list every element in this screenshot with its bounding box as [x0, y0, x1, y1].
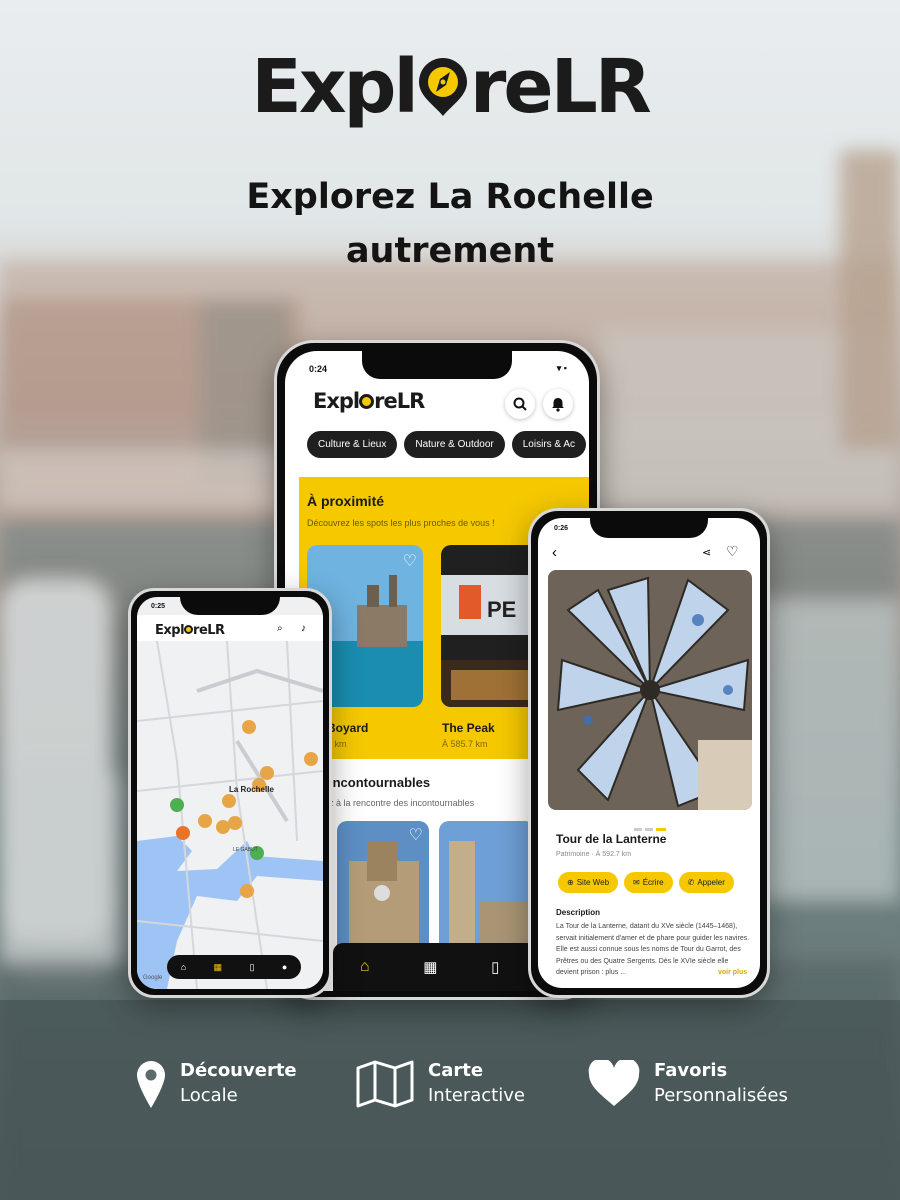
tagline: Explorez La Rochelle autrement — [0, 170, 900, 278]
compass-pin-icon — [417, 50, 469, 116]
description-title: Description — [556, 908, 601, 917]
website-button[interactable]: ⊕ Site Web — [558, 872, 619, 893]
map-district-label: LE GABUT — [233, 847, 258, 853]
card-name: The Peak — [442, 721, 495, 735]
feature-title: Carte — [428, 1060, 484, 1081]
notifications-button[interactable] — [543, 389, 573, 419]
bookmark-icon[interactable]: ▯ — [249, 962, 254, 973]
status-time: 0:24 — [309, 364, 328, 374]
share-icon[interactable]: ⋖ — [702, 546, 711, 559]
must-see-title: incontournables — [329, 775, 431, 790]
right-phone: 0:26 ‹ ⋖ ♡ Tour de la Lanterne Patrimoin… — [528, 508, 770, 998]
chip-loisirs[interactable]: Loisirs & Ac — [511, 431, 586, 458]
location-pin-icon — [137, 1061, 165, 1108]
phone-icon: ✆ — [687, 878, 695, 887]
read-more-link[interactable]: voir plus — [714, 969, 748, 976]
heart-icon — [588, 1060, 640, 1106]
the-peak-photo — [441, 545, 541, 707]
chip-culture[interactable]: Culture & Lieux — [307, 431, 398, 458]
feature-favorites: Favoris Personnalisées — [588, 1060, 788, 1108]
heart-outline-icon[interactable]: ♡ — [409, 825, 423, 845]
heart-outline-icon[interactable]: ♡ — [403, 551, 417, 571]
right-phone-screen: 0:26 ‹ ⋖ ♡ Tour de la Lanterne Patrimoin… — [538, 518, 760, 988]
map-city-label: La Rochelle — [229, 785, 274, 794]
brand-logo: Expl reLR — [0, 44, 900, 130]
write-button[interactable]: ✉ Écrire — [624, 872, 673, 893]
bell-icon[interactable]: ♪ — [301, 623, 306, 634]
feature-subtitle: Interactive — [428, 1085, 525, 1106]
tagline-line-2: autrement — [345, 231, 555, 271]
feature-map: Carte Interactive — [356, 1060, 525, 1108]
app-logo: Expl reLR — [155, 623, 225, 638]
chip-nature[interactable]: Nature & Outdoor — [404, 431, 505, 458]
map-icon[interactable]: ▦ — [423, 958, 437, 976]
tagline-line-1: Explorez La Rochelle — [246, 177, 654, 217]
shop-sign-text: PE — [487, 597, 517, 622]
logo-text-start: Expl — [251, 44, 419, 130]
bell-icon — [552, 397, 564, 412]
left-phone-screen: 0:25 Expl reLR ⌕ ♪ La Rochelle LE GABUT G… — [137, 597, 323, 989]
user-icon[interactable]: ● — [282, 962, 287, 972]
compass-icon — [184, 625, 194, 634]
category-chips: Culture & Lieux Nature & Outdoor Loisirs &… — [307, 431, 589, 458]
home-icon[interactable]: ⌂ — [360, 958, 370, 976]
compass-icon — [359, 394, 375, 409]
feature-title: Favoris — [654, 1060, 728, 1081]
logo-text-end: reLR — [469, 44, 652, 130]
bookmark-icon[interactable]: ▯ — [491, 958, 499, 976]
place-meta: Patrimoine · À 592.7 km — [556, 851, 632, 858]
map-icon — [356, 1060, 414, 1108]
left-phone: 0:25 Expl reLR ⌕ ♪ La Rochelle LE GABUT G… — [128, 588, 332, 998]
feature-subtitle: Locale — [180, 1085, 238, 1106]
card-name: Boyard — [327, 721, 369, 735]
feature-title: Découverte — [180, 1060, 297, 1081]
interactive-map[interactable] — [137, 641, 323, 989]
search-icon — [513, 397, 527, 411]
heart-outline-icon[interactable]: ♡ — [726, 543, 739, 560]
call-button[interactable]: ✆ Appeler — [678, 872, 734, 893]
place-card-the-peak[interactable]: PE — [441, 545, 541, 707]
nearby-subtitle: Découvrez les spots les plus proches de … — [307, 518, 495, 528]
bottom-nav: ⌂ ▦ ▯ ● — [167, 955, 301, 979]
must-see-subtitle: z à la rencontre des incontournables — [329, 798, 475, 808]
nearby-title: À proximité — [307, 493, 385, 509]
search-button[interactable] — [505, 389, 535, 419]
app-logo: Expl reLR — [313, 389, 425, 413]
place-title: Tour de la Lanterne — [556, 832, 667, 846]
home-icon[interactable]: ⌂ — [181, 962, 186, 972]
status-time: 0:26 — [554, 525, 569, 532]
mail-icon: ✉ — [633, 878, 640, 887]
map-attribution: Google — [143, 975, 163, 981]
search-icon[interactable]: ⌕ — [277, 623, 283, 634]
globe-icon: ⊕ — [567, 878, 574, 887]
action-buttons: ⊕ Site Web ✉ Écrire ✆ Appeler — [558, 872, 740, 893]
card-distance: À 585.7 km — [442, 739, 488, 749]
back-icon[interactable]: ‹ — [552, 544, 557, 561]
lanterne-interior-photo — [548, 570, 752, 810]
feature-subtitle: Personnalisées — [654, 1085, 788, 1106]
map-icon[interactable]: ▦ — [214, 962, 223, 973]
status-time: 0:25 — [151, 603, 166, 610]
status-icons: ▾ ▪ — [556, 363, 567, 373]
feature-discovery: Découverte Locale — [136, 1060, 297, 1110]
